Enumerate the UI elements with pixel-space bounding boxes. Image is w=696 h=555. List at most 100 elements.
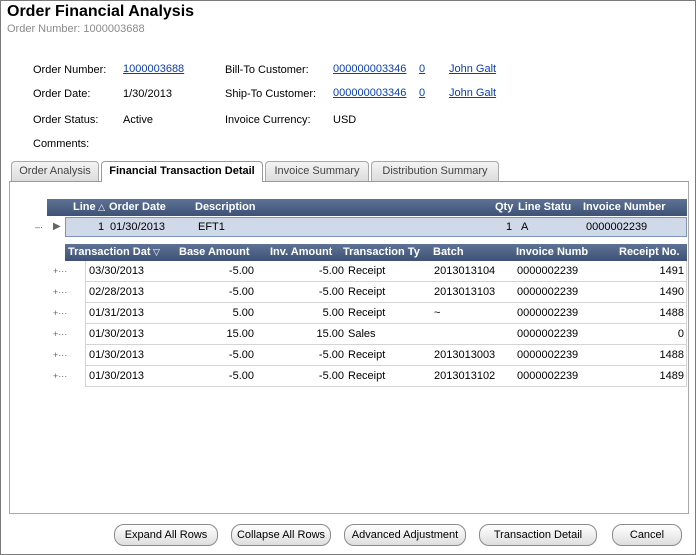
- cell-line: 1: [98, 221, 105, 233]
- table-row[interactable]: 01/30/2013 15.00 15.00 Sales 0000002239 0: [85, 324, 687, 345]
- table-row[interactable]: 02/28/2013 -5.00 -5.00 Receipt 2013013103 000…: [85, 282, 687, 303]
- transaction-detail-button[interactable]: Transaction Detail: [479, 524, 597, 546]
- cell-base-amount: -5.00: [228, 265, 254, 277]
- cell-inv-amount: -5.00: [318, 286, 344, 298]
- col-line-status[interactable]: Line Statu: [518, 201, 571, 213]
- cell-transaction-date: 02/28/2013: [89, 286, 145, 298]
- cell-invoice: 0000002239: [586, 221, 648, 233]
- collapse-all-rows-button[interactable]: Collapse All Rows: [231, 524, 331, 546]
- cell-receipt-no: 1488: [659, 349, 684, 361]
- cell-batch: 2013013102: [434, 370, 496, 382]
- expand-icon[interactable]: +···: [53, 329, 67, 339]
- cell-receipt-no: 0: [677, 328, 684, 340]
- cell-inv-amount: -5.00: [318, 265, 344, 277]
- tab-distribution-summary[interactable]: Distribution Summary: [371, 161, 499, 181]
- table-row[interactable]: 03/30/2013 -5.00 -5.00 Receipt 2013013104 000…: [85, 261, 687, 282]
- row-pointer-icon: ▶: [53, 221, 61, 232]
- cell-transaction-type: Receipt: [348, 265, 386, 277]
- tab-bar: Order Analysis Financial Transaction Det…: [11, 161, 687, 182]
- sort-desc-icon: ▽: [150, 247, 160, 257]
- page-title: Order Financial Analysis: [7, 3, 195, 20]
- col-receipt-no[interactable]: Receipt No.: [619, 246, 680, 258]
- cell-transaction-date: 01/30/2013: [89, 370, 145, 382]
- bill-to-label: Bill-To Customer:: [225, 64, 309, 76]
- cell-transaction-type: Receipt: [348, 286, 386, 298]
- tab-invoice-summary[interactable]: Invoice Summary: [265, 161, 369, 181]
- cell-invoice-number: 0000002239: [517, 265, 579, 277]
- order-date-label: Order Date:: [33, 88, 91, 100]
- cell-base-amount: -5.00: [228, 349, 254, 361]
- cell-base-amount: -5.00: [228, 370, 254, 382]
- sort-asc-icon: △: [95, 202, 106, 212]
- col-transaction-type[interactable]: Transaction Ty: [343, 246, 420, 258]
- outer-grid-header: Line △ Order Date Description Qty Line S…: [47, 199, 687, 216]
- col-description[interactable]: Description: [195, 201, 256, 213]
- bill-to-zero-link[interactable]: 0: [419, 63, 425, 75]
- cell-transaction-type: Receipt: [348, 349, 386, 361]
- order-status-value: Active: [123, 114, 153, 126]
- expand-icon[interactable]: +···: [53, 308, 67, 318]
- collapse-icon[interactable]: –·: [35, 222, 43, 232]
- col-qty[interactable]: Qty: [495, 201, 513, 213]
- table-row[interactable]: 1 01/30/2013 EFT1 1 A 0000002239: [65, 217, 687, 237]
- cell-invoice-number: 0000002239: [517, 286, 579, 298]
- cell-transaction-date: 03/30/2013: [89, 265, 145, 277]
- cell-base-amount: -5.00: [228, 286, 254, 298]
- cell-invoice-number: 0000002239: [517, 307, 579, 319]
- cancel-button[interactable]: Cancel: [612, 524, 682, 546]
- cell-batch: ~: [434, 307, 441, 319]
- cell-batch: 2013013104: [434, 265, 496, 277]
- order-date-value: 1/30/2013: [123, 88, 172, 100]
- col-invoice-numb[interactable]: Invoice Numb: [516, 246, 588, 258]
- bill-to-id-link[interactable]: 000000003346: [333, 63, 406, 75]
- expand-icon[interactable]: +···: [53, 266, 67, 276]
- table-row[interactable]: 01/30/2013 -5.00 -5.00 Receipt 2013013003 000…: [85, 345, 687, 366]
- ship-to-zero-link[interactable]: 0: [419, 87, 425, 99]
- window-frame: Order Financial Analysis Order Number: 1…: [0, 0, 696, 555]
- tab-financial-transaction-detail[interactable]: Financial Transaction Detail: [101, 161, 263, 182]
- ship-to-name-link[interactable]: John Galt: [449, 87, 496, 99]
- cell-invoice-number: 0000002239: [517, 328, 579, 340]
- cell-status: A: [521, 221, 529, 233]
- col-inv-amount[interactable]: Inv. Amount: [270, 246, 332, 258]
- cell-invoice-number: 0000002239: [517, 349, 579, 361]
- cell-base-amount: 15.00: [226, 328, 254, 340]
- expand-icon[interactable]: +···: [53, 350, 67, 360]
- cell-transaction-date: 01/30/2013: [89, 349, 145, 361]
- cell-order-date: 01/30/2013: [110, 221, 166, 233]
- expand-all-rows-button[interactable]: Expand All Rows: [114, 524, 218, 546]
- cell-qty: 1: [506, 221, 513, 233]
- table-row[interactable]: 01/31/2013 5.00 5.00 Receipt ~0000002239 1488: [85, 303, 687, 324]
- cell-batch: 2013013003: [434, 349, 496, 361]
- order-number-link[interactable]: 1000003688: [123, 63, 184, 75]
- cell-inv-amount: 15.00: [316, 328, 344, 340]
- expand-icon[interactable]: +···: [53, 371, 67, 381]
- col-base-amount[interactable]: Base Amount: [179, 246, 250, 258]
- table-row[interactable]: 01/30/2013 -5.00 -5.00 Receipt 2013013102 000…: [85, 366, 687, 387]
- col-line[interactable]: Line △: [73, 201, 105, 213]
- ship-to-label: Ship-To Customer:: [225, 88, 317, 100]
- cell-batch: 2013013103: [434, 286, 496, 298]
- col-order-date[interactable]: Order Date: [109, 201, 166, 213]
- ship-to-id-link[interactable]: 000000003346: [333, 87, 406, 99]
- col-batch[interactable]: Batch: [433, 246, 464, 258]
- cell-base-amount: 5.00: [232, 307, 254, 319]
- bill-to-name-link[interactable]: John Galt: [449, 63, 496, 75]
- cell-transaction-type: Receipt: [348, 307, 386, 319]
- advanced-adjustment-button[interactable]: Advanced Adjustment: [344, 524, 466, 546]
- page-subtitle: Order Number: 1000003688: [7, 23, 145, 35]
- cell-transaction-type: Sales: [348, 328, 376, 340]
- col-transaction-date[interactable]: Transaction Dat ▽: [68, 246, 160, 258]
- cell-transaction-date: 01/31/2013: [89, 307, 145, 319]
- cell-invoice-number: 0000002239: [517, 370, 579, 382]
- order-status-label: Order Status:: [33, 114, 99, 126]
- currency-label: Invoice Currency:: [225, 114, 311, 126]
- cell-receipt-no: 1490: [659, 286, 684, 298]
- tab-order-analysis[interactable]: Order Analysis: [11, 161, 99, 181]
- cell-transaction-type: Receipt: [348, 370, 386, 382]
- cell-receipt-no: 1489: [659, 370, 684, 382]
- col-invoice-number[interactable]: Invoice Number: [583, 201, 666, 213]
- expand-icon[interactable]: +···: [53, 287, 67, 297]
- cell-transaction-date: 01/30/2013: [89, 328, 145, 340]
- cell-inv-amount: -5.00: [318, 370, 344, 382]
